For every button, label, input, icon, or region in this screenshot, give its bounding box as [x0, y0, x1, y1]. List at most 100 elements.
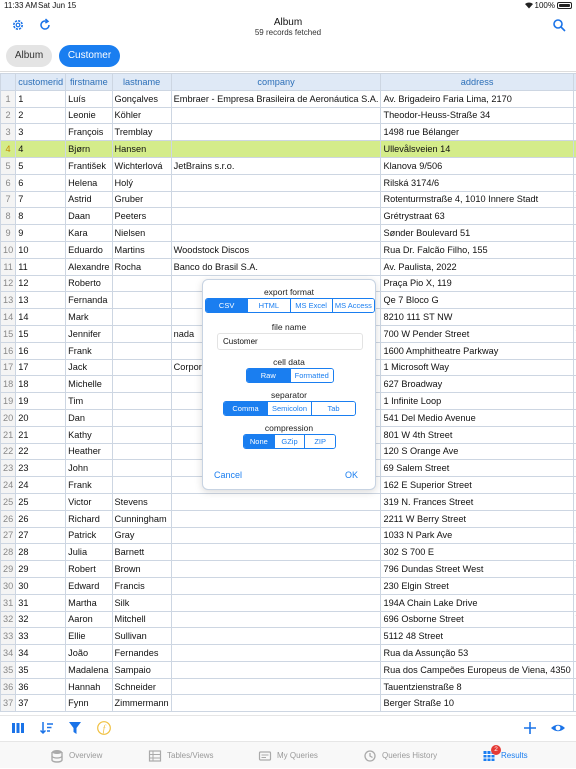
chip-customer[interactable]: Customer [59, 45, 120, 67]
table-cell[interactable]: 20 [16, 409, 66, 426]
table-cell[interactable]: Brown [112, 561, 171, 578]
table-cell[interactable] [171, 628, 381, 645]
tab-overview[interactable]: Overview [50, 747, 102, 765]
table-cell[interactable]: 1 Microsoft Way [381, 359, 573, 376]
table-cell[interactable]: Madalena [66, 661, 112, 678]
table-cell[interactable]: Gonçalves [112, 90, 171, 107]
table-cell[interactable]: 319 N. Frances Street [381, 493, 573, 510]
table-row[interactable]: 2626RichardCunningham2211 W Berry Street… [1, 510, 576, 527]
table-row[interactable]: 66HelenaHolýRilská 3174/6Prague [1, 174, 576, 191]
table-cell[interactable]: 16 [16, 342, 66, 359]
table-cell[interactable]: František [66, 157, 112, 174]
table-cell[interactable]: Francis [112, 577, 171, 594]
table-cell[interactable]: Köhler [112, 107, 171, 124]
cancel-button[interactable]: Cancel [214, 470, 242, 480]
table-cell[interactable]: 26 [16, 510, 66, 527]
table-row[interactable]: 55FrantišekWichterlováJetBrains s.r.o.Kl… [1, 157, 576, 174]
table-cell[interactable]: Klanova 9/506 [381, 157, 573, 174]
table-cell[interactable]: François [66, 124, 112, 141]
table-cell[interactable]: Sampaio [112, 661, 171, 678]
table-cell[interactable]: 32 [16, 611, 66, 628]
table-cell[interactable] [112, 409, 171, 426]
compression-option[interactable]: ZIP [304, 435, 335, 448]
table-cell[interactable]: 10 [16, 241, 66, 258]
table-cell[interactable] [171, 141, 381, 158]
table-cell[interactable]: Banco do Brasil S.A. [171, 258, 381, 275]
table-cell[interactable]: Qe 7 Bloco G [381, 292, 573, 309]
table-cell[interactable] [171, 510, 381, 527]
table-cell[interactable]: Rua dos Campeões Europeus de Viena, 4350 [381, 661, 573, 678]
table-cell[interactable]: Rocha [112, 258, 171, 275]
table-row[interactable]: 3333EllieSullivan5112 48 StreetYellowkni… [1, 628, 576, 645]
table-cell[interactable]: Robert [66, 561, 112, 578]
table-cell[interactable]: 13 [16, 292, 66, 309]
table-cell[interactable]: 796 Dundas Street West [381, 561, 573, 578]
column-header[interactable]: customerid [16, 74, 66, 91]
table-cell[interactable]: 31 [16, 594, 66, 611]
table-cell[interactable]: Schneider [112, 678, 171, 695]
table-row[interactable]: 3737FynnZimmermannBerger Straße 10Frankf… [1, 695, 576, 712]
table-cell[interactable]: 1600 Amphitheatre Parkway [381, 342, 573, 359]
table-cell[interactable]: 5 [16, 157, 66, 174]
table-cell[interactable]: Daan [66, 208, 112, 225]
add-icon[interactable] [522, 720, 538, 736]
file-name-field[interactable]: Customer [217, 333, 363, 350]
separator-option[interactable]: Comma [224, 402, 267, 415]
table-cell[interactable] [171, 645, 381, 662]
table-cell[interactable]: Rua da Assunção 53 [381, 645, 573, 662]
table-cell[interactable] [112, 275, 171, 292]
table-row[interactable]: 33FrançoisTremblay1498 rue BélangerMontr… [1, 124, 576, 141]
table-cell[interactable] [171, 611, 381, 628]
table-cell[interactable]: Mitchell [112, 611, 171, 628]
table-cell[interactable]: Grétrystraat 63 [381, 208, 573, 225]
table-cell[interactable] [171, 544, 381, 561]
table-row[interactable]: 2525VictorStevens319 N. Frances StreetMa… [1, 493, 576, 510]
table-cell[interactable] [171, 191, 381, 208]
table-cell[interactable]: Tauentzienstraße 8 [381, 678, 573, 695]
table-cell[interactable]: Leonie [66, 107, 112, 124]
table-cell[interactable] [171, 124, 381, 141]
table-cell[interactable]: 21 [16, 426, 66, 443]
cell-data-option[interactable]: Formatted [290, 369, 334, 382]
cell-data-option[interactable]: Raw [247, 369, 290, 382]
table-cell[interactable]: Stevens [112, 493, 171, 510]
tab-my-queries[interactable]: My Queries [258, 747, 318, 765]
table-cell[interactable]: Tremblay [112, 124, 171, 141]
table-cell[interactable]: Ellie [66, 628, 112, 645]
table-row[interactable]: 77AstridGruberRotenturmstraße 4, 1010 In… [1, 191, 576, 208]
table-cell[interactable]: 11 [16, 258, 66, 275]
table-cell[interactable]: Michelle [66, 376, 112, 393]
table-cell[interactable]: 302 S 700 E [381, 544, 573, 561]
table-cell[interactable] [171, 208, 381, 225]
table-cell[interactable] [171, 577, 381, 594]
table-cell[interactable]: Rilská 3174/6 [381, 174, 573, 191]
table-cell[interactable]: 801 W 4th Street [381, 426, 573, 443]
export-format-option[interactable]: CSV [206, 299, 247, 312]
table-row[interactable]: 44BjørnHansenUllevålsveien 14Oslo [1, 141, 576, 158]
table-cell[interactable]: Frank [66, 342, 112, 359]
table-cell[interactable]: 162 E Superior Street [381, 477, 573, 494]
compression-option[interactable]: GZip [274, 435, 305, 448]
table-cell[interactable]: Luís [66, 90, 112, 107]
table-cell[interactable]: Zimmermann [112, 695, 171, 712]
table-cell[interactable]: 27 [16, 527, 66, 544]
table-cell[interactable]: Roberto [66, 275, 112, 292]
table-cell[interactable]: Barnett [112, 544, 171, 561]
table-cell[interactable] [171, 174, 381, 191]
table-cell[interactable] [112, 426, 171, 443]
table-row[interactable]: 3434JoãoFernandesRua da Assunção 53Lisbo… [1, 645, 576, 662]
table-row[interactable]: 11LuísGonçalvesEmbraer - Empresa Brasile… [1, 90, 576, 107]
chip-album[interactable]: Album [6, 45, 52, 67]
table-row[interactable]: 3232AaronMitchell696 Osborne StreetWinni… [1, 611, 576, 628]
table-row[interactable]: 2727PatrickGray1033 N Park AveTucson [1, 527, 576, 544]
table-cell[interactable]: 29 [16, 561, 66, 578]
table-cell[interactable]: John [66, 460, 112, 477]
table-cell[interactable]: 7 [16, 191, 66, 208]
columns-icon[interactable] [10, 720, 26, 736]
table-cell[interactable]: Ullevålsveien 14 [381, 141, 573, 158]
table-cell[interactable]: 8 [16, 208, 66, 225]
table-row[interactable]: 22LeonieKöhlerTheodor-Heuss-Straße 34Stu… [1, 107, 576, 124]
table-cell[interactable]: Jack [66, 359, 112, 376]
eye-icon[interactable] [550, 720, 566, 736]
table-row[interactable]: 3030EdwardFrancis230 Elgin StreetOttawa [1, 577, 576, 594]
